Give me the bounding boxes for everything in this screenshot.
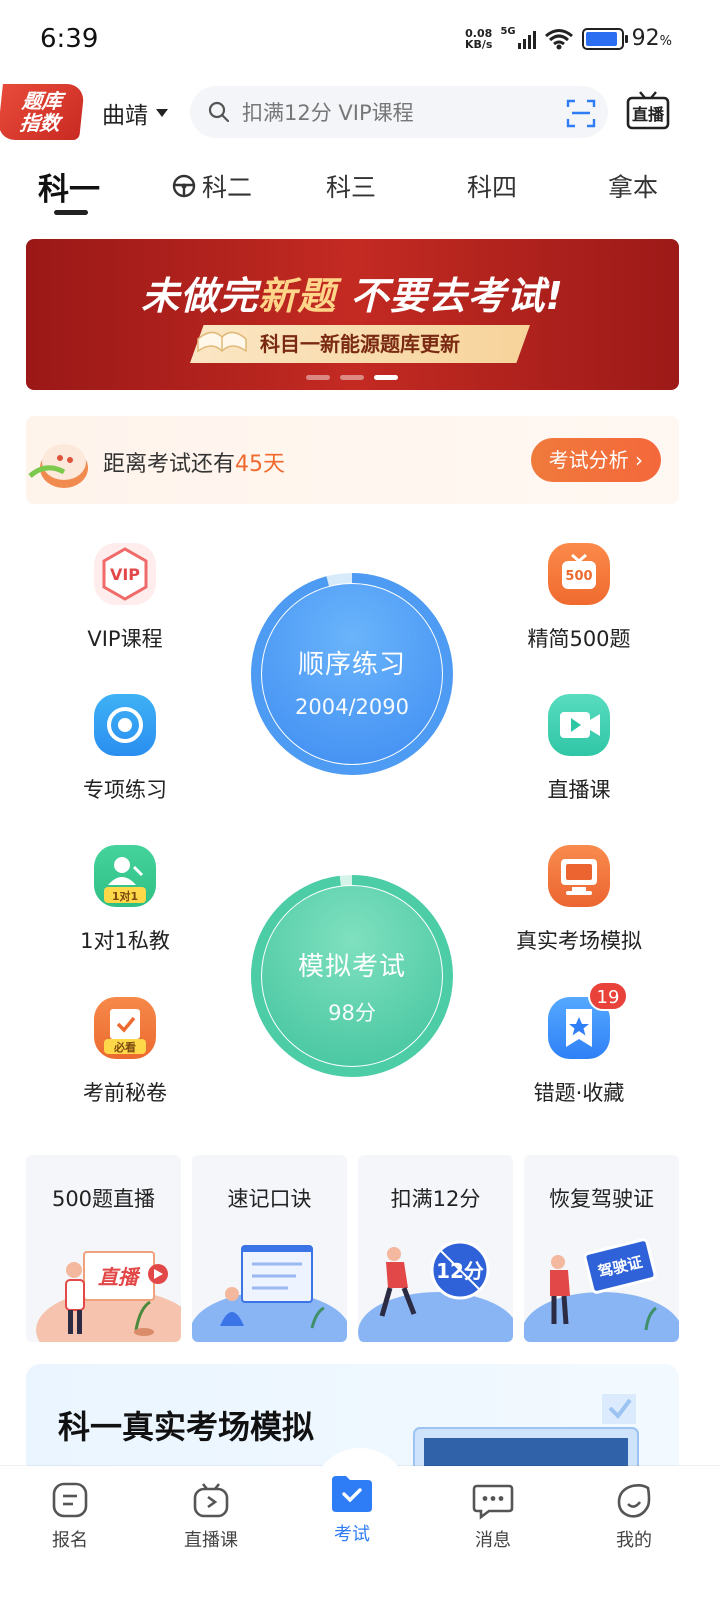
special-practice-label: 专项练习 [83, 778, 167, 802]
countdown-text: 距离考试还有45天 [103, 452, 286, 477]
steering-wheel-icon [172, 174, 196, 198]
vip-course-entry[interactable]: VIP VIP课程 [25, 543, 225, 653]
clipboard-check-icon: 必看 [94, 997, 156, 1059]
live-course-icon [193, 1483, 229, 1518]
battery-icon [581, 27, 628, 50]
register-icon [52, 1482, 88, 1518]
quick-card-restore-license[interactable]: 恢复驾驶证 驾驶证 [524, 1155, 679, 1342]
tab-subject-1[interactable]: 科一 [38, 164, 100, 209]
exam-countdown: 距离考试还有45天 考试分析 › [26, 416, 679, 504]
jingjian-500-label: 精简500题 [527, 627, 631, 651]
mock-inner: 模拟考试 98分 [262, 886, 442, 1066]
status-icons: 0.08 KB/s 5G 92% [465, 26, 672, 51]
exam-secret-entry[interactable]: 必看 考前秘卷 [25, 997, 225, 1107]
tab-subject-2[interactable]: 科二 [172, 168, 252, 204]
quick-card-12-points[interactable]: 扣满12分 12分 [358, 1155, 513, 1342]
svg-text:1对1: 1对1 [112, 889, 138, 903]
points-illustration: 12分 [358, 1240, 513, 1342]
banner-title: 未做完新题 不要去考试! [141, 274, 564, 318]
exam-secret-label: 考前秘卷 [83, 1081, 167, 1105]
svg-text:VIP: VIP [110, 565, 140, 584]
svg-text:必看: 必看 [113, 1040, 136, 1054]
jingjian-500-entry[interactable]: 500 精简500题 [479, 543, 679, 653]
practice-progress-text: 2004/2090 [295, 695, 409, 719]
nav-register[interactable]: 报名 [10, 1480, 130, 1552]
svg-text:500: 500 [565, 569, 592, 584]
svg-text:直播: 直播 [632, 105, 665, 124]
vip-icon: VIP [94, 543, 156, 605]
network-type: 5G [500, 26, 516, 37]
exam-folder-icon [332, 1476, 372, 1512]
promo-banner[interactable]: 未做完新题 不要去考试! 科目一新能源题库更新 [26, 239, 679, 390]
vip-course-label: VIP课程 [87, 627, 163, 651]
search-icon [208, 101, 230, 123]
mistakes-count-badge: 19 [588, 981, 628, 1011]
nav-live-course[interactable]: 直播课 [151, 1480, 271, 1552]
live-stream-illustration: 直播 [36, 1251, 181, 1342]
status-bar: 6:39 0.08 KB/s 5G 92% [0, 0, 720, 80]
bookmark-star-icon: 19 [548, 981, 628, 1059]
sequential-practice-button[interactable]: 顺序练习 2004/2090 [250, 572, 454, 776]
book-icon [197, 331, 247, 353]
quick-card-title: 500题直播 [51, 1187, 156, 1211]
sim-title: 科一真实考场模拟 [58, 1408, 315, 1446]
live-course-entry[interactable]: 直播课 [479, 694, 679, 804]
mistakes-favorites-entry[interactable]: 19 错题·收藏 [479, 981, 679, 1107]
caret-down-icon [156, 109, 168, 117]
scan-icon[interactable] [566, 98, 596, 128]
mistakes-favorites-label: 错题·收藏 [533, 1081, 625, 1105]
mock-label: 模拟考试 [297, 952, 406, 982]
special-practice-entry[interactable]: 专项练习 [25, 694, 225, 804]
monitor-icon [548, 845, 610, 907]
real-exam-label: 真实考场模拟 [516, 929, 642, 953]
mock-exam-button[interactable]: 模拟考试 98分 [250, 874, 454, 1078]
private-tutor-entry[interactable]: 1对1 1对1私教 [25, 845, 225, 955]
message-icon [472, 1484, 514, 1520]
exam-analysis-button[interactable]: 考试分析 › [530, 438, 661, 482]
quick-card-mnemonics[interactable]: 速记口诀 [192, 1155, 347, 1342]
quick-card-500-live[interactable]: 500题直播 直播 [26, 1155, 181, 1342]
practice-label: 顺序练习 [297, 650, 406, 680]
video-play-icon [548, 694, 610, 756]
status-time: 6:39 [40, 24, 99, 54]
quick-card-title: 扣满12分 [390, 1187, 481, 1211]
tab-subject-4[interactable]: 科四 [467, 168, 517, 204]
battery-percent: 92% [631, 26, 672, 51]
carousel-dots [306, 375, 398, 380]
search-bar[interactable]: 扣满12分 VIP课程 [190, 86, 608, 138]
city-selector[interactable]: 曲靖 [102, 96, 168, 130]
live-course-label: 直播课 [547, 778, 611, 802]
profile-icon [617, 1484, 651, 1518]
target-icon [94, 694, 156, 756]
signal-icon [517, 29, 536, 49]
private-tutor-label: 1对1私教 [80, 929, 170, 953]
net-speed: 0.08 KB/s [464, 26, 493, 51]
license-illustration: 驾驶证 [524, 1238, 679, 1342]
mock-score-text: 98分 [328, 1001, 376, 1025]
nav-exam[interactable]: 考试 [292, 1476, 412, 1546]
nav-messages[interactable]: 消息 [433, 1480, 553, 1552]
question-index-logo[interactable]: 题库 指数 [0, 84, 85, 140]
top-header: 题库 指数 曲靖 扣满12分 VIP课程 直播 [0, 80, 720, 142]
live-tv-icon[interactable]: 直播 [626, 90, 670, 130]
badge-500-icon: 500 [548, 543, 610, 605]
search-placeholder: 扣满12分 VIP课程 [242, 101, 414, 125]
city-name: 曲靖 [102, 103, 148, 129]
nav-mine[interactable]: 我的 [574, 1480, 694, 1552]
countdown-clock-icon [28, 444, 88, 488]
subject-tabs: 科一 科二 科三 科四 拿本 [0, 160, 720, 220]
quick-card-title: 恢复驾驶证 [549, 1187, 654, 1211]
bottom-navigation: 报名 直播课 考试 消息 我的 [0, 1448, 720, 1602]
quick-card-title: 速记口诀 [227, 1187, 312, 1211]
tutor-icon: 1对1 [94, 845, 156, 907]
wifi-icon [544, 28, 573, 49]
real-exam-entry[interactable]: 真实考场模拟 [479, 845, 679, 955]
active-tab-indicator [54, 210, 88, 215]
practice-inner: 顺序练习 2004/2090 [262, 584, 442, 764]
svg-text:直播: 直播 [98, 1265, 141, 1289]
tab-license[interactable]: 拿本 [608, 168, 658, 204]
tab-subject-3[interactable]: 科三 [326, 168, 376, 204]
mnemonics-illustration [192, 1245, 347, 1342]
